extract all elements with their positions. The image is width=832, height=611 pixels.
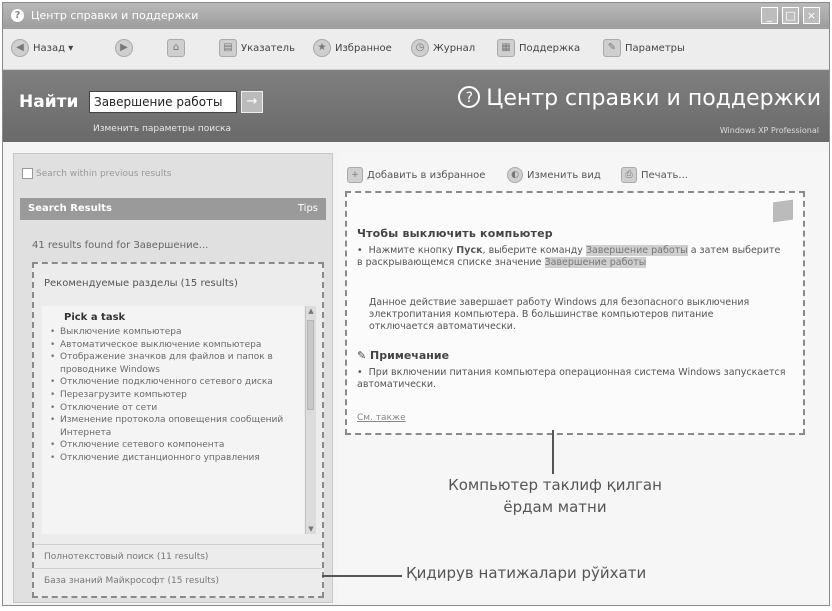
support-label: Поддержка xyxy=(519,43,581,54)
article-description: Данное действие завершает работу Windows… xyxy=(369,297,750,332)
change-view-button[interactable]: ◐ Изменить вид xyxy=(507,167,601,183)
search-within-checkbox[interactable] xyxy=(22,168,33,179)
help-center-icon: ? xyxy=(458,86,481,108)
title-bar: ? Центр справки и поддержки _ □ × xyxy=(3,3,829,29)
list-item[interactable]: Отключение дистанционного управления xyxy=(50,452,300,465)
article-title: Чтобы выключить компьютер xyxy=(357,227,553,240)
results-count: 41 results found for Завершение... xyxy=(32,240,209,251)
help-article: Чтобы выключить компьютер • Нажмите кноп… xyxy=(345,191,805,435)
home-button[interactable]: ⌂ xyxy=(167,37,189,61)
article-callout-caption: Компьютер таклиф қилган ёрдам матни xyxy=(448,476,662,516)
help-center-title: ? Центр справки и поддержки xyxy=(458,86,821,111)
print-button[interactable]: ⎙ Печать... xyxy=(621,167,688,183)
shutdown-option-link[interactable]: Завершение работы xyxy=(544,257,647,268)
back-label: Назад xyxy=(33,43,66,54)
add-favorites-label: Добавить в избранное xyxy=(367,170,486,181)
results-header: Search Results Tips xyxy=(20,198,326,220)
options-icon: ✎ xyxy=(603,39,621,57)
change-view-icon: ◐ xyxy=(507,167,523,183)
options-label: Параметры xyxy=(625,43,685,54)
task-list-scrollbar[interactable]: ▲ ▼ xyxy=(305,306,316,534)
search-options-link[interactable]: Изменить параметры поиска xyxy=(93,124,231,134)
list-item[interactable]: Автоматическое выключение компьютера xyxy=(50,339,300,352)
list-item[interactable]: Отключение подключенного сетевого диска xyxy=(50,376,300,389)
note-icon: ✎ xyxy=(357,349,371,362)
history-clock-icon: ◷ xyxy=(411,39,429,57)
scroll-down-icon[interactable]: ▼ xyxy=(306,524,316,534)
favorites-button[interactable]: ★ Избранное xyxy=(313,37,392,61)
index-book-icon: ▤ xyxy=(219,39,237,57)
results-callout-line xyxy=(322,575,402,577)
note-title: ✎ Примечание xyxy=(357,349,449,362)
forward-arrow-icon: ▶ xyxy=(115,39,133,57)
list-item[interactable]: Отключение сетевого компонента xyxy=(50,439,300,452)
support-icon: ▦ xyxy=(497,39,515,57)
find-label: Найти xyxy=(19,92,79,112)
pick-a-task-title: Pick a task xyxy=(64,312,126,323)
list-item[interactable]: Перезагрузите компьютер xyxy=(50,389,300,402)
note-text-body: При включении питания компьютера операци… xyxy=(357,367,786,390)
support-button[interactable]: ▦ Поддержка xyxy=(497,37,580,61)
search-input[interactable] xyxy=(89,91,237,113)
full-text-search-header[interactable]: Полнотекстовый поиск (11 results) xyxy=(34,544,322,568)
favorites-star-icon: ★ xyxy=(313,39,331,57)
scroll-up-icon[interactable]: ▲ xyxy=(306,306,316,316)
history-button[interactable]: ◷ Журнал xyxy=(411,37,475,61)
knowledge-base-header[interactable]: База знаний Майкрософт (15 results) xyxy=(34,568,322,592)
task-list: Выключение компьютера Автоматическое вык… xyxy=(50,326,300,465)
search-within-label: Search within previous results xyxy=(36,169,172,179)
favorites-label: Избранное xyxy=(335,43,392,54)
note-title-text: Примечание xyxy=(370,349,450,362)
change-view-label: Изменить вид xyxy=(527,170,601,181)
options-button[interactable]: ✎ Параметры xyxy=(603,37,685,61)
index-button[interactable]: ▤ Указатель xyxy=(219,37,295,61)
help-window: ? Центр справки и поддержки _ □ × ◀ Назад… xyxy=(2,2,830,606)
shutdown-command-link[interactable]: Завершение работы xyxy=(585,245,688,256)
minimize-button[interactable]: _ xyxy=(761,7,778,24)
back-button[interactable]: ◀ Назад ▾ xyxy=(11,37,73,61)
add-favorites-button[interactable]: + Добавить в избранное xyxy=(347,167,485,183)
search-within-row[interactable]: Search within previous results xyxy=(22,168,171,179)
article-pane: + Добавить в избранное ◐ Изменить вид ⎙ Печ… xyxy=(339,153,829,603)
results-callout-caption: Қидирув натижалари рўйхати xyxy=(406,564,647,582)
windows-logo-icon xyxy=(773,199,793,223)
search-go-button[interactable]: → xyxy=(241,91,263,113)
start-button-ref: Пуск xyxy=(456,245,483,256)
results-list-box: Рекомендуемые разделы (15 results) Pick … xyxy=(32,262,324,598)
history-label: Журнал xyxy=(433,43,476,54)
maximize-button[interactable]: □ xyxy=(782,7,799,24)
printer-icon: ⎙ xyxy=(621,167,637,183)
help-center-title-text: Центр справки и поддержки xyxy=(486,86,821,111)
task-list-area: Pick a task Выключение компьютера Автома… xyxy=(42,306,304,534)
step-mid: , выберите команду xyxy=(482,245,583,256)
list-item[interactable]: Отключение от сети xyxy=(50,402,300,415)
tips-link[interactable]: Tips xyxy=(298,198,318,220)
search-header: Найти → Изменить параметры поиска ?Центр… xyxy=(3,70,829,142)
print-label: Печать... xyxy=(641,170,688,181)
recommended-topics-header[interactable]: Рекомендуемые разделы (15 results) xyxy=(44,278,238,289)
close-button[interactable]: × xyxy=(803,7,820,24)
article-callout-line xyxy=(552,430,554,474)
results-header-label: Search Results xyxy=(28,203,112,214)
scroll-thumb[interactable] xyxy=(307,320,314,410)
windows-edition: Windows XP Professional xyxy=(719,126,819,135)
window-title: Центр справки и поддержки xyxy=(31,9,199,22)
step-prefix: Нажмите кнопку xyxy=(368,245,454,256)
index-label: Указатель xyxy=(241,43,295,54)
list-item[interactable]: Изменение протокола оповещения сообщений… xyxy=(50,414,300,439)
back-arrow-icon: ◀ xyxy=(11,39,29,57)
list-item[interactable]: Выключение компьютера xyxy=(50,326,300,339)
article-step: • Нажмите кнопку Пуск, выберите команду … xyxy=(357,245,781,268)
help-icon: ? xyxy=(11,9,24,22)
add-favorites-icon: + xyxy=(347,167,363,183)
note-text: • При включении питания компьютера опера… xyxy=(357,367,786,390)
related-topics-link[interactable]: См. также xyxy=(357,413,406,423)
toolbar: ◀ Назад ▾ ▶ ⌂ ▤ Указатель ★ Избранное ◷ Журн… xyxy=(3,29,829,70)
search-results-pane: Search within previous results Search Re… xyxy=(13,153,333,603)
home-icon: ⌂ xyxy=(167,39,185,57)
list-item[interactable]: Отображение значков для файлов и папок в… xyxy=(50,351,300,376)
forward-button[interactable]: ▶ xyxy=(115,37,137,61)
